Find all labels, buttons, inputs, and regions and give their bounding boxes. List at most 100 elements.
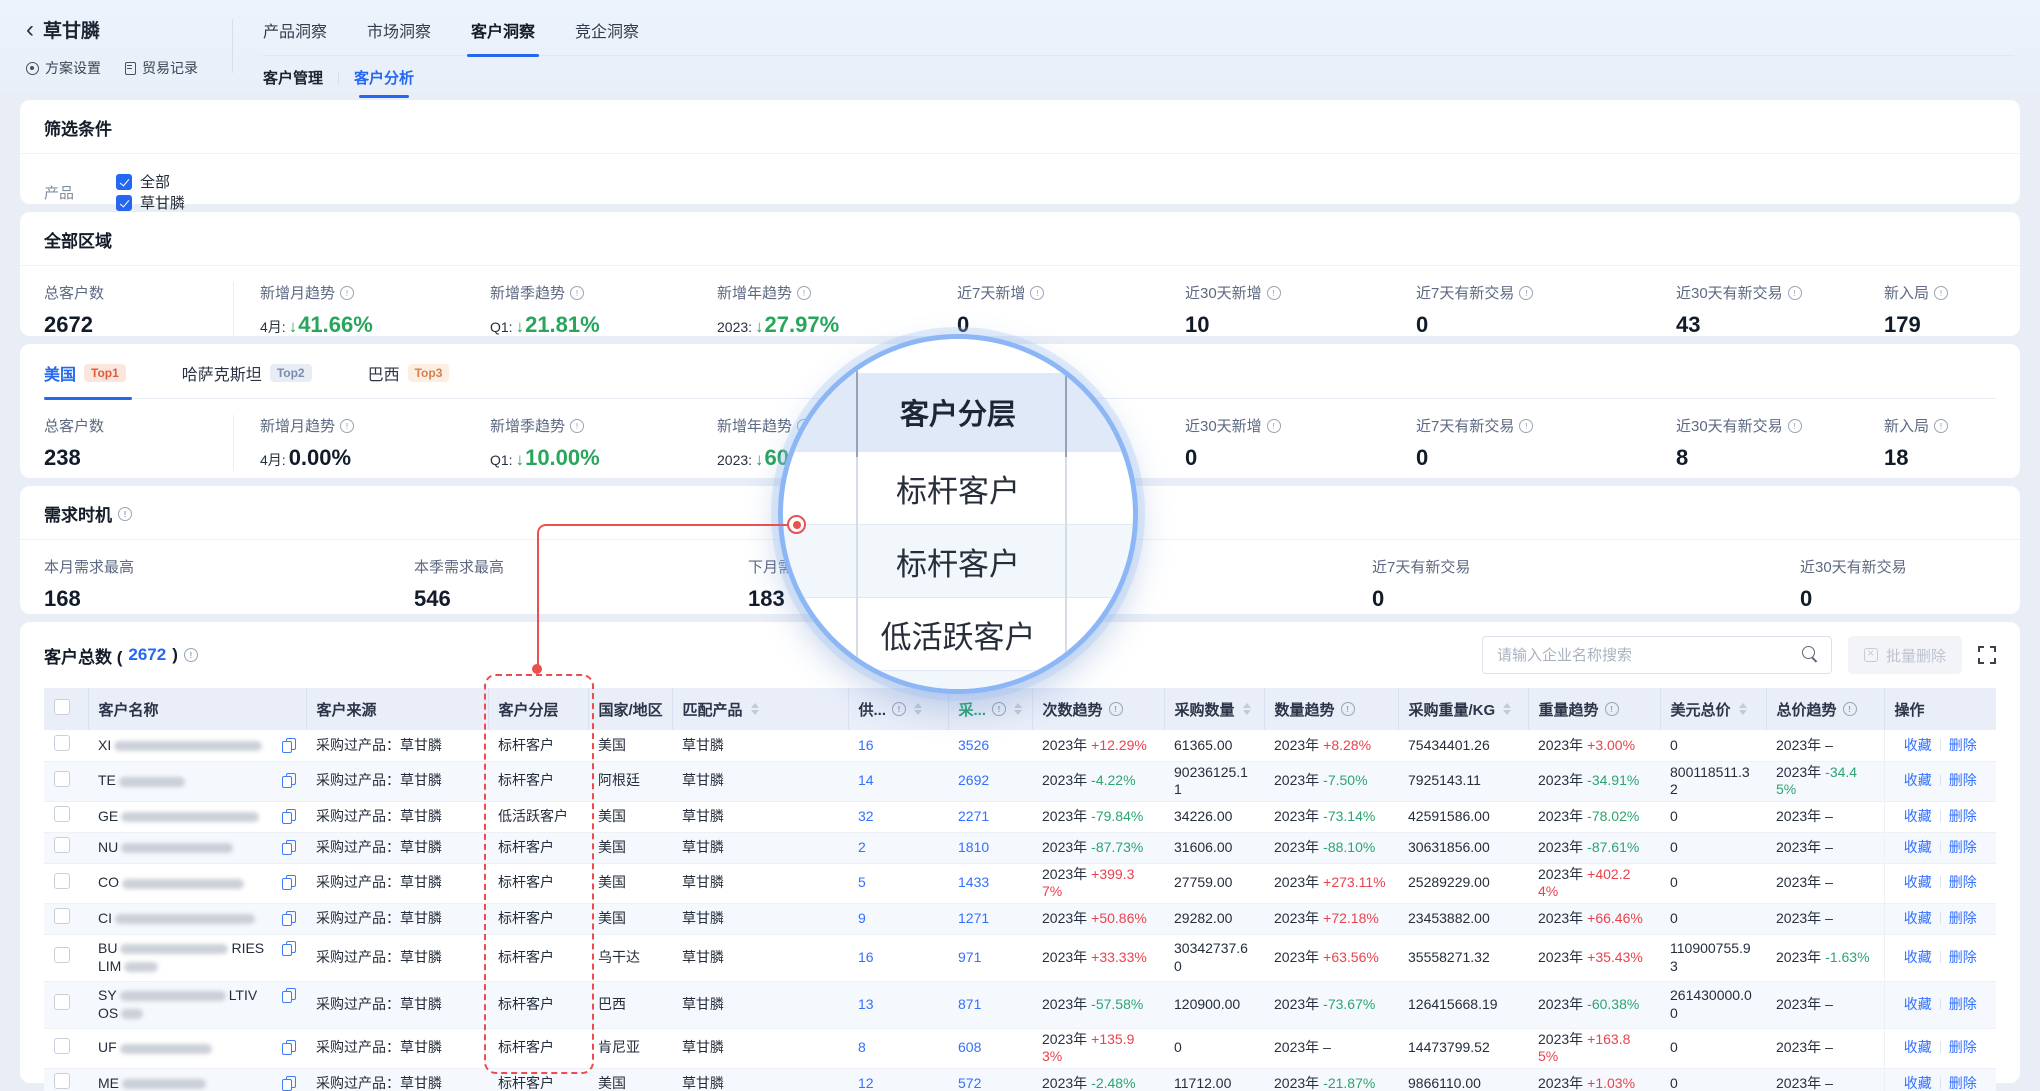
info-icon[interactable] — [797, 419, 811, 433]
purchase-count-link[interactable]: 572 — [958, 1075, 981, 1091]
supplier-count-link[interactable]: 2 — [858, 839, 866, 855]
info-icon[interactable] — [184, 648, 198, 662]
row-checkbox[interactable] — [54, 771, 70, 787]
copy-icon[interactable] — [282, 738, 296, 754]
purchase-count-link[interactable]: 871 — [958, 996, 981, 1012]
copy-icon[interactable] — [282, 875, 296, 891]
delete-link[interactable]: 删除 — [1949, 874, 1977, 890]
copy-icon[interactable] — [282, 840, 296, 856]
sort-icon[interactable] — [1243, 703, 1251, 715]
sort-icon[interactable] — [1739, 703, 1747, 715]
purchase-count-link[interactable]: 1810 — [958, 839, 989, 855]
copy-icon[interactable] — [282, 773, 296, 789]
delete-link[interactable]: 删除 — [1949, 772, 1977, 788]
info-icon[interactable] — [797, 286, 811, 300]
favorite-link[interactable]: 收藏 — [1904, 1075, 1932, 1091]
info-icon[interactable] — [1788, 286, 1802, 300]
info-icon[interactable] — [1519, 286, 1533, 300]
country-tab-美国[interactable]: 美国Top1 — [44, 361, 126, 385]
purchase-count-link[interactable]: 2692 — [958, 772, 989, 788]
supplier-count-link[interactable]: 32 — [858, 808, 874, 824]
country-tab-巴西[interactable]: 巴西Top3 — [368, 361, 450, 385]
info-icon[interactable] — [1843, 702, 1857, 716]
supplier-count-link[interactable]: 16 — [858, 949, 874, 965]
copy-icon[interactable] — [282, 911, 296, 927]
row-checkbox[interactable] — [54, 947, 70, 963]
info-icon[interactable] — [892, 702, 906, 716]
delete-link[interactable]: 删除 — [1949, 996, 1977, 1012]
supplier-count-link[interactable]: 14 — [858, 772, 874, 788]
expand-icon[interactable] — [1978, 646, 1996, 664]
purchase-count-link[interactable]: 3526 — [958, 737, 989, 753]
info-icon[interactable] — [992, 702, 1006, 716]
supplier-count-link[interactable]: 8 — [858, 1039, 866, 1055]
purchase-count-link[interactable]: 1433 — [958, 874, 989, 890]
info-icon[interactable] — [1934, 419, 1948, 433]
plan-settings-button[interactable]: 方案设置 — [26, 58, 101, 78]
copy-icon[interactable] — [282, 988, 296, 1004]
row-checkbox[interactable] — [54, 994, 70, 1010]
info-icon[interactable] — [570, 286, 584, 300]
search-icon[interactable] — [1802, 646, 1819, 663]
tab-竞企洞察[interactable]: 竞企洞察 — [575, 18, 639, 42]
info-icon[interactable] — [1605, 702, 1619, 716]
copy-icon[interactable] — [282, 941, 296, 957]
checkbox[interactable] — [116, 174, 132, 190]
filter-option-草甘膦[interactable]: 草甘膦 — [116, 192, 185, 213]
delete-link[interactable]: 删除 — [1949, 839, 1977, 855]
copy-icon[interactable] — [282, 809, 296, 825]
delete-link[interactable]: 删除 — [1949, 1075, 1977, 1091]
row-checkbox[interactable] — [54, 1038, 70, 1054]
row-checkbox[interactable] — [54, 873, 70, 889]
tab-产品洞察[interactable]: 产品洞察 — [263, 18, 327, 42]
info-icon[interactable] — [1934, 286, 1948, 300]
supplier-count-link[interactable]: 5 — [858, 874, 866, 890]
delete-link[interactable]: 删除 — [1949, 949, 1977, 965]
supplier-count-link[interactable]: 12 — [858, 1075, 874, 1091]
info-icon[interactable] — [340, 419, 354, 433]
tab-市场洞察[interactable]: 市场洞察 — [367, 18, 431, 42]
info-icon[interactable] — [1519, 419, 1533, 433]
sort-icon[interactable] — [1503, 703, 1511, 715]
info-icon[interactable] — [1267, 286, 1281, 300]
sort-icon[interactable] — [1014, 703, 1022, 715]
delete-link[interactable]: 删除 — [1949, 737, 1977, 753]
favorite-link[interactable]: 收藏 — [1904, 737, 1932, 753]
sort-icon[interactable] — [751, 703, 759, 715]
back-icon[interactable]: ‹ — [26, 21, 34, 39]
supplier-count-link[interactable]: 13 — [858, 996, 874, 1012]
purchase-count-link[interactable]: 971 — [958, 949, 981, 965]
delete-link[interactable]: 删除 — [1949, 910, 1977, 926]
subtab-客户管理[interactable]: 客户管理 — [263, 67, 323, 88]
tab-客户洞察[interactable]: 客户洞察 — [471, 18, 535, 42]
purchase-count-link[interactable]: 1271 — [958, 910, 989, 926]
info-icon[interactable] — [1788, 419, 1802, 433]
select-all-checkbox[interactable] — [54, 699, 70, 715]
favorite-link[interactable]: 收藏 — [1904, 808, 1932, 824]
checkbox[interactable] — [116, 195, 132, 211]
favorite-link[interactable]: 收藏 — [1904, 910, 1932, 926]
country-tab-哈萨克斯坦[interactable]: 哈萨克斯坦Top2 — [182, 361, 312, 385]
row-checkbox[interactable] — [54, 908, 70, 924]
info-icon[interactable] — [340, 286, 354, 300]
row-checkbox[interactable] — [54, 837, 70, 853]
info-icon[interactable] — [570, 419, 584, 433]
delete-link[interactable]: 删除 — [1949, 808, 1977, 824]
info-icon[interactable] — [1267, 419, 1281, 433]
copy-icon[interactable] — [282, 1076, 296, 1091]
purchase-count-link[interactable]: 2271 — [958, 808, 989, 824]
purchase-count-link[interactable]: 608 — [958, 1039, 981, 1055]
supplier-count-link[interactable]: 16 — [858, 737, 874, 753]
row-checkbox[interactable] — [54, 735, 70, 751]
row-checkbox[interactable] — [54, 1073, 70, 1089]
info-icon[interactable] — [1030, 286, 1044, 300]
favorite-link[interactable]: 收藏 — [1904, 1039, 1932, 1055]
copy-icon[interactable] — [282, 1040, 296, 1056]
trade-records-button[interactable]: 贸易记录 — [125, 58, 198, 78]
favorite-link[interactable]: 收藏 — [1904, 874, 1932, 890]
favorite-link[interactable]: 收藏 — [1904, 949, 1932, 965]
supplier-count-link[interactable]: 9 — [858, 910, 866, 926]
batch-delete-button[interactable]: 批量删除 — [1848, 636, 1962, 674]
info-icon[interactable] — [1109, 702, 1123, 716]
search-input[interactable] — [1482, 636, 1832, 674]
